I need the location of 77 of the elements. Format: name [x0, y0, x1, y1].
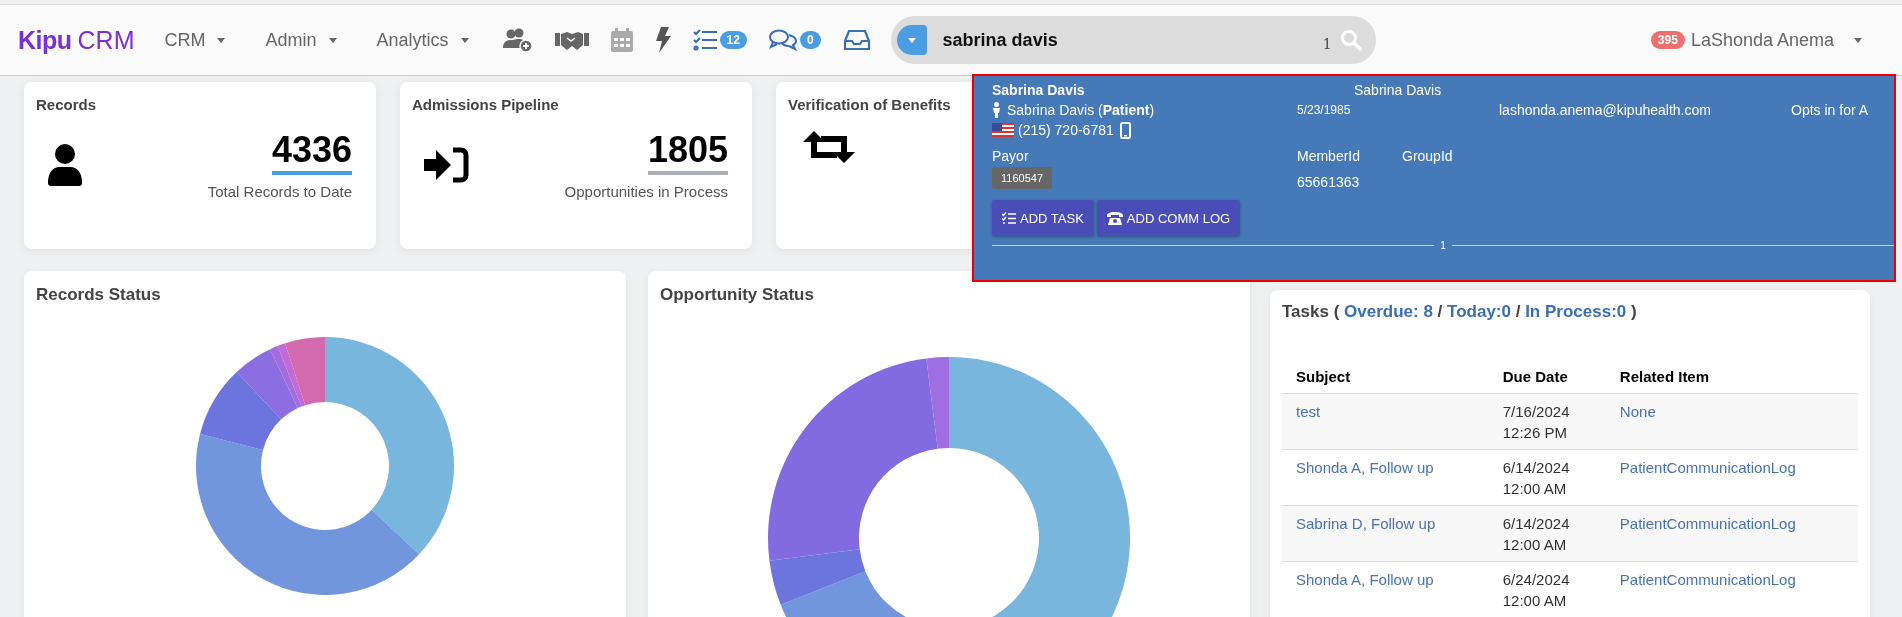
- user-menu[interactable]: LaShonda Anema: [1690, 29, 1862, 51]
- telephone-icon: [1106, 211, 1123, 225]
- stat-caption: Total Records to Date: [207, 183, 352, 200]
- stat-caption: Opportunities in Process: [564, 183, 728, 200]
- card-title: Records: [36, 96, 97, 113]
- chat-bubbles-icon: [768, 29, 797, 51]
- due-date: 6/14/2024: [1502, 458, 1571, 478]
- notification-badge: 395: [1650, 31, 1685, 49]
- task-subject-link[interactable]: Shonda A, Follow up: [1296, 459, 1434, 476]
- caret-icon: [460, 37, 469, 43]
- related-item-link[interactable]: PatientCommunicationLog: [1619, 571, 1796, 588]
- search-bar[interactable]: sabrina davis 1: [890, 16, 1376, 64]
- task-filter-link[interactable]: In Process:0: [1525, 302, 1627, 321]
- column-header: Related Item: [1605, 360, 1858, 394]
- due-date: 6/24/2024: [1502, 570, 1571, 590]
- nav-menu[interactable]: Admin: [265, 29, 337, 51]
- person-icon: [992, 102, 1001, 118]
- chart-title: Opportunity Status: [660, 285, 814, 305]
- caret-icon: [1854, 37, 1862, 43]
- related-item-link[interactable]: None: [1619, 403, 1656, 420]
- nav-menu[interactable]: Analytics: [376, 29, 469, 51]
- card-title: Verification of Benefits: [788, 96, 951, 113]
- member-id: 65661363: [1297, 174, 1360, 190]
- payor-badge: 1160547: [992, 167, 1052, 189]
- due-date: 6/14/2024: [1502, 514, 1571, 534]
- page-number[interactable]: 1: [1440, 240, 1446, 251]
- result-name[interactable]: Sabrina Davis: [992, 82, 1354, 98]
- search-field[interactable]: sabrina davis: [940, 28, 1323, 52]
- sign-in-icon: [424, 146, 470, 183]
- caret-icon: [217, 37, 226, 43]
- related-item-link[interactable]: PatientCommunicationLog: [1619, 515, 1796, 532]
- result-name: Sabrina Davis: [1354, 82, 1442, 98]
- task-filter-link[interactable]: Overdue: 8: [1344, 302, 1433, 321]
- add-comm-log-button[interactable]: ADD COMM LOG: [1096, 200, 1241, 236]
- column-header: Subject: [1282, 360, 1489, 394]
- column-header: Due Date: [1488, 360, 1606, 394]
- inbox-icon[interactable]: [842, 29, 871, 51]
- task-subject-link[interactable]: Shonda A, Follow up: [1296, 571, 1434, 588]
- due-time: 12:00 AM: [1502, 591, 1568, 611]
- user-plus-icon[interactable]: [502, 28, 533, 52]
- checklist-icon: [692, 29, 717, 51]
- email-address: lashonda.anema@kipuhealth.com: [1499, 102, 1712, 118]
- add-task-button[interactable]: ADD TASK: [992, 200, 1094, 236]
- result-count: 1: [1322, 36, 1332, 52]
- due-time: 12:26 PM: [1502, 423, 1568, 443]
- logo-product[interactable]: CRM: [77, 25, 135, 55]
- task-filter-link[interactable]: Today:0: [1447, 302, 1511, 321]
- handshake-icon[interactable]: [554, 29, 589, 51]
- caret-icon: [907, 37, 916, 43]
- phone-number: (215) 720-6781: [1018, 122, 1114, 138]
- caret-icon: [328, 37, 337, 43]
- task-subject-link[interactable]: Sabrina D, Follow up: [1296, 515, 1436, 532]
- messages-button[interactable]: 0: [768, 29, 821, 51]
- mobile-phone-icon: [1119, 121, 1131, 139]
- related-item-link[interactable]: PatientCommunicationLog: [1619, 459, 1796, 476]
- logo-brand[interactable]: Kipu: [18, 25, 72, 55]
- field-label: Payor: [992, 148, 1030, 164]
- due-time: 12:00 AM: [1502, 535, 1568, 555]
- stat-value: 1805: [647, 129, 728, 175]
- patient-name: Sabrina Davis (Patient): [1007, 102, 1155, 118]
- tasks-button[interactable]: 12: [692, 29, 747, 51]
- date-of-birth: 5/23/1985: [1297, 103, 1352, 117]
- card-title: Admissions Pipeline: [412, 96, 559, 113]
- person-icon: [48, 143, 82, 186]
- due-time: 12:00 AM: [1502, 479, 1568, 499]
- task-subject-link[interactable]: test: [1296, 403, 1321, 420]
- field-label: MemberId: [1297, 148, 1362, 164]
- lightning-icon[interactable]: [654, 27, 671, 53]
- checklist-icon: [1002, 212, 1016, 224]
- flag-icon: [992, 123, 1014, 137]
- chart-title: Records Status: [36, 285, 161, 305]
- stat-value: 4336: [271, 129, 352, 175]
- opt-in-text: Opts in for A: [1791, 102, 1869, 118]
- field-label: GroupId: [1402, 148, 1453, 164]
- due-date: 7/16/2024: [1502, 402, 1571, 422]
- tasks-heading: Tasks ( Overdue: 8 / Today:0 / In Process:0 ): [1282, 302, 1637, 322]
- nav-menu[interactable]: CRM: [164, 29, 226, 51]
